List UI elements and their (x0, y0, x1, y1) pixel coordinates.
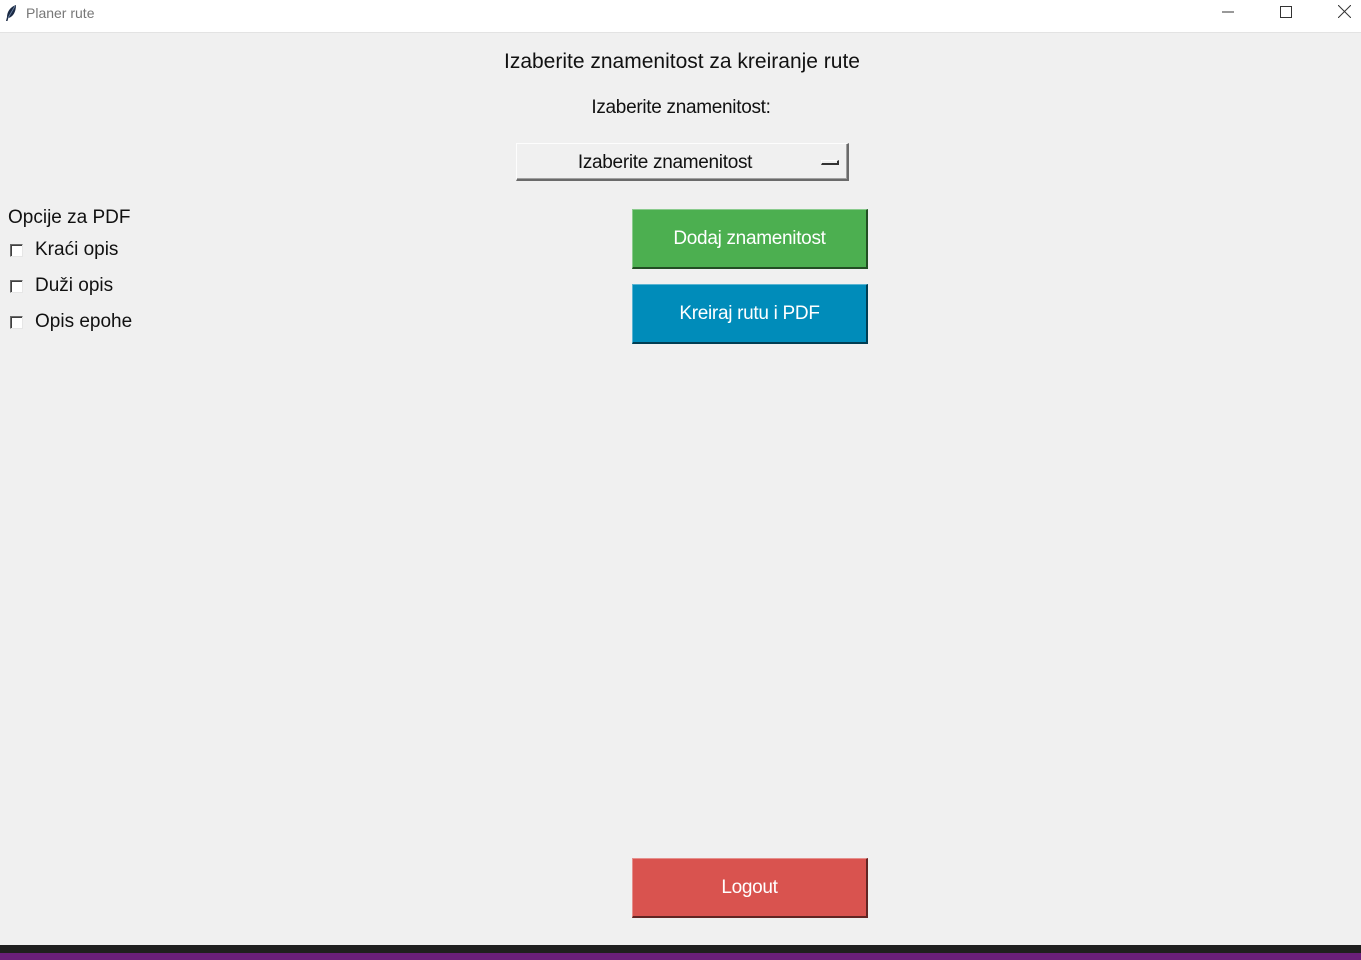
add-landmark-button[interactable]: Dodaj znamenitost (632, 209, 868, 269)
close-button[interactable] (1315, 0, 1361, 28)
minimize-icon (1222, 5, 1234, 23)
page-title: Izaberite znamenitost za kreiranje rute (503, 50, 860, 73)
checkbox-long-description[interactable] (10, 279, 23, 293)
landmark-select[interactable]: Izaberite znamenitost (516, 143, 849, 181)
checkbox-row-short-description[interactable]: Kraći opis (10, 237, 118, 263)
feather-icon (4, 4, 18, 22)
maximize-icon (1280, 5, 1292, 23)
taskbar (0, 945, 1361, 960)
logout-button[interactable]: Logout (632, 858, 868, 918)
landmark-select-value: Izaberite znamenitost (577, 152, 753, 173)
checkbox-label[interactable]: Opis epohe (35, 311, 132, 333)
checkbox-row-long-description[interactable]: Duži opis (10, 273, 113, 299)
checkbox-epoch-description[interactable] (10, 315, 23, 329)
option-menu-indicator-icon (821, 160, 839, 165)
maximize-button[interactable] (1257, 0, 1315, 28)
pdf-options-title: Opcije za PDF (8, 207, 131, 228)
create-route-pdf-button[interactable]: Kreiraj rutu i PDF (632, 284, 868, 344)
checkbox-row-epoch-description[interactable]: Opis epohe (10, 309, 132, 335)
window-title: Planer rute (26, 5, 95, 21)
app-window: Planer rute Izaberite znamenitost za kre… (0, 0, 1361, 945)
select-label: Izaberite znamenitost: (591, 97, 771, 118)
checkbox-label[interactable]: Kraći opis (35, 239, 118, 261)
close-icon (1337, 4, 1351, 23)
minimize-button[interactable] (1199, 0, 1257, 28)
checkbox-label[interactable]: Duži opis (35, 275, 113, 297)
checkbox-short-description[interactable] (10, 243, 23, 257)
title-bar: Planer rute (0, 0, 1361, 33)
taskbar-accent (0, 953, 1361, 960)
